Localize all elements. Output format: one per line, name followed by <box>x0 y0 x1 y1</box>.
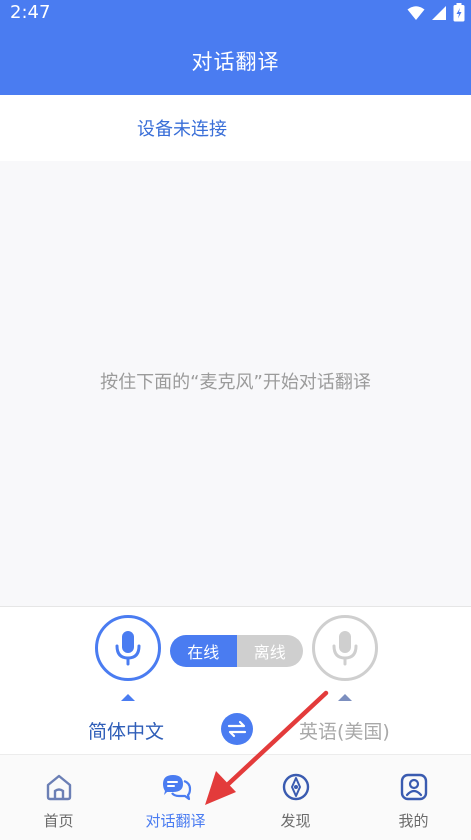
title-bar: 对话翻译 <box>0 26 471 95</box>
tab-label: 对话翻译 <box>145 812 206 830</box>
source-language-selector[interactable]: 简体中文 <box>88 717 164 744</box>
device-status-text: 设备未连接 <box>137 119 227 140</box>
translation-controls: 在线 离线 简体中文 英语(美国) <box>0 606 471 754</box>
empty-hint: 按住下面的“麦克风”开始对话翻译 <box>100 372 371 393</box>
conversation-area: 按住下面的“麦克风”开始对话翻译 <box>0 161 471 606</box>
status-time: 2:47 <box>10 2 51 23</box>
online-toggle[interactable]: 在线 <box>170 635 237 667</box>
source-mic-button[interactable] <box>95 615 161 681</box>
status-bar: 2:47 <box>0 0 471 26</box>
tab-dialog-translate[interactable]: 对话翻译 <box>117 755 234 840</box>
source-caret-icon <box>121 694 135 701</box>
target-caret-icon <box>338 694 352 701</box>
cellular-icon <box>432 5 446 20</box>
device-bar: 设备未连接 连接 <box>0 95 471 243</box>
battery-icon <box>453 3 465 22</box>
tab-discover[interactable]: 发现 <box>237 755 354 840</box>
tab-home[interactable]: 首页 <box>0 755 117 840</box>
offline-toggle[interactable]: 离线 <box>236 635 303 667</box>
swap-languages-button[interactable] <box>221 713 253 745</box>
online-offline-toggle: 在线 离线 <box>170 635 303 667</box>
microphone-icon <box>115 631 141 666</box>
swap-icon <box>227 720 247 738</box>
home-icon <box>46 774 71 801</box>
tab-label: 我的 <box>398 812 429 830</box>
target-mic-button[interactable] <box>312 615 378 681</box>
wifi-icon <box>407 5 425 20</box>
page-title: 对话翻译 <box>191 49 280 74</box>
compass-icon <box>282 773 309 801</box>
target-language-selector[interactable]: 英语(美国) <box>299 717 390 744</box>
chat-icon <box>162 775 191 801</box>
microphone-icon <box>332 631 358 666</box>
tab-profile[interactable]: 我的 <box>355 755 471 840</box>
tab-label: 发现 <box>280 812 311 830</box>
status-icons <box>407 3 465 22</box>
profile-icon <box>400 773 427 801</box>
bottom-tab-bar: 首页 对话翻译 发现 我的 <box>0 754 471 840</box>
tab-label: 首页 <box>43 812 74 830</box>
